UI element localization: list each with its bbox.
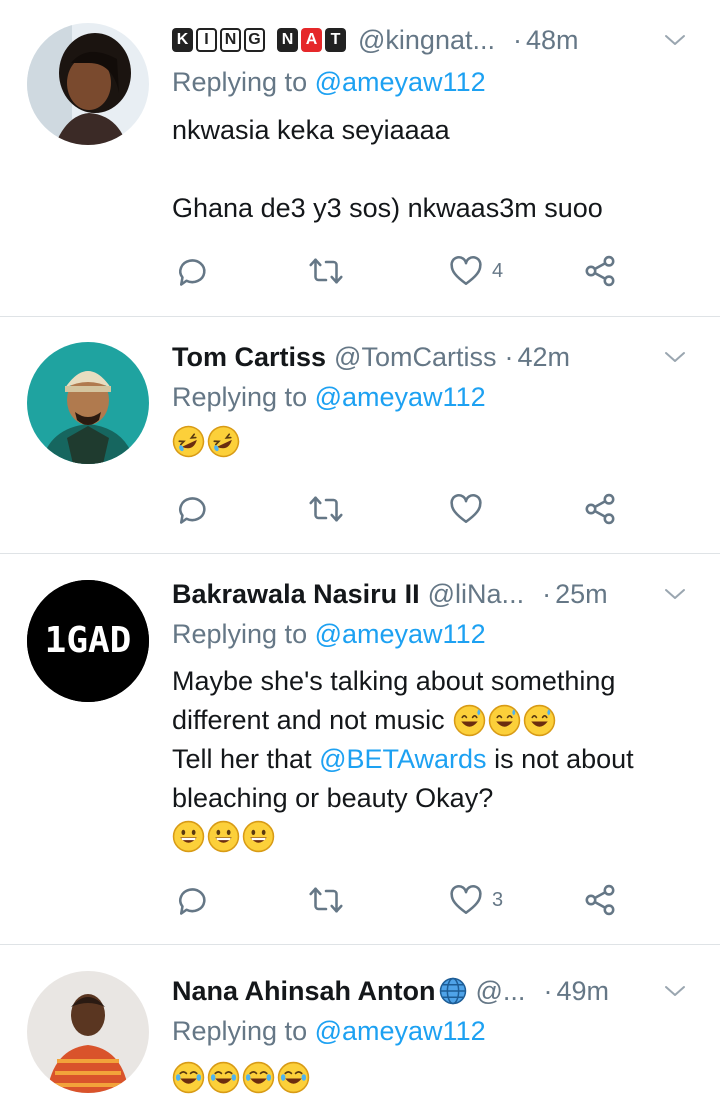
rofl-emoji-icon — [172, 425, 205, 458]
like-count: 3 — [492, 888, 504, 911]
mention-link[interactable]: @ameyaw112 — [315, 619, 486, 649]
sweat-smile-emoji-icon — [488, 704, 521, 737]
grin-emoji-icon — [207, 820, 240, 853]
joy-emoji-icon — [277, 1061, 310, 1094]
timestamp: 48m — [525, 24, 579, 55]
joy-emoji-icon — [242, 1061, 275, 1094]
like-count: 4 — [492, 259, 504, 282]
share-button[interactable] — [582, 880, 618, 920]
tweet-3[interactable]: 1GAD Bakrawala Nasiru II @liNa... · 25m … — [0, 554, 720, 944]
tweet-text: Maybe she's talking about something diff… — [172, 662, 700, 853]
retweet-icon — [308, 491, 344, 527]
reply-icon — [176, 882, 212, 918]
display-name[interactable]: K I N G N A T — [172, 28, 346, 52]
globe-icon — [439, 977, 466, 1005]
tweet-2[interactable]: Tom Cartiss @TomCartiss · 42m Replying t… — [0, 317, 720, 553]
reply-button[interactable] — [176, 251, 212, 291]
heart-icon — [448, 253, 484, 289]
timestamp: 49m — [556, 975, 609, 1006]
tweet-4[interactable]: Nana Ahinsah Anton @... · 49m Replying t… — [0, 945, 720, 1098]
chevron-down-icon[interactable] — [663, 979, 687, 1003]
grin-emoji-icon — [172, 820, 205, 853]
share-icon — [582, 882, 618, 918]
tweet-actions: 3 — [172, 880, 632, 920]
joy-emoji-icon — [207, 1061, 240, 1094]
chevron-down-icon[interactable] — [663, 582, 687, 606]
separator-dot: · — [504, 341, 514, 372]
mention-link[interactable]: @ameyaw112 — [315, 1016, 486, 1046]
tweet-header: Nana Ahinsah Anton @... · 49m — [172, 971, 695, 1011]
tweet-header: Tom Cartiss @TomCartiss · 42m — [172, 337, 695, 377]
like-button[interactable]: 4 — [448, 251, 503, 291]
reply-button[interactable] — [176, 489, 212, 529]
retweet-button[interactable] — [308, 880, 344, 920]
handle[interactable]: @kingnat... — [358, 25, 495, 56]
avatar[interactable] — [27, 23, 149, 145]
reply-button[interactable] — [176, 880, 212, 920]
avatar[interactable] — [27, 971, 149, 1093]
tweet-1[interactable]: K I N G N A T @kingnat... · 48m Replying… — [0, 0, 720, 316]
avatar[interactable] — [27, 342, 149, 464]
like-button[interactable]: 3 — [448, 880, 503, 920]
tweet-actions — [172, 489, 632, 529]
joy-emoji-icon — [172, 1061, 205, 1094]
tweet-text: nkwasia keka seyiaaaa Ghana de3 y3 sos) … — [172, 115, 603, 223]
display-name[interactable]: Bakrawala Nasiru II — [172, 579, 420, 610]
reply-icon — [176, 253, 212, 289]
reply-icon — [176, 491, 212, 527]
chevron-down-icon[interactable] — [663, 345, 687, 369]
handle[interactable]: @TomCartiss — [334, 342, 496, 373]
handle[interactable]: @liNa... — [428, 579, 524, 610]
share-icon — [582, 491, 618, 527]
heart-icon — [448, 491, 484, 527]
tweet-text — [172, 425, 700, 458]
like-button[interactable] — [448, 489, 492, 529]
retweet-button[interactable] — [308, 251, 344, 291]
sweat-smile-emoji-icon — [523, 704, 556, 737]
sweat-smile-emoji-icon — [453, 704, 486, 737]
share-button[interactable] — [582, 489, 618, 529]
avatar-text: 1GAD — [45, 620, 132, 661]
heart-icon — [448, 882, 484, 918]
chevron-down-icon[interactable] — [663, 28, 687, 52]
share-button[interactable] — [582, 251, 618, 291]
separator-dot: · — [512, 24, 522, 55]
mention-link[interactable]: @BETAwards — [319, 744, 486, 774]
separator-dot: · — [542, 578, 552, 609]
retweet-button[interactable] — [308, 489, 344, 529]
display-name[interactable]: Nana Ahinsah Anton — [172, 976, 436, 1007]
tweet-header: Bakrawala Nasiru II @liNa... · 25m — [172, 574, 695, 614]
handle[interactable]: @... — [476, 976, 526, 1007]
replying-to: Replying to @ameyaw112 — [172, 67, 486, 97]
timestamp: 42m — [517, 341, 570, 372]
replying-to: Replying to @ameyaw112 — [172, 382, 486, 412]
replying-to: Replying to @ameyaw112 — [172, 1016, 486, 1046]
avatar[interactable]: 1GAD — [27, 580, 149, 702]
tweet-header: K I N G N A T @kingnat... · 48m — [172, 20, 695, 60]
mention-link[interactable]: @ameyaw112 — [315, 382, 486, 412]
retweet-icon — [308, 253, 344, 289]
replying-to: Replying to @ameyaw112 — [172, 619, 486, 649]
tweet-actions: 4 — [172, 251, 632, 291]
timestamp: 25m — [555, 578, 608, 609]
separator-dot: · — [543, 975, 553, 1006]
rofl-emoji-icon — [207, 425, 240, 458]
grin-emoji-icon — [242, 820, 275, 853]
display-name[interactable]: Tom Cartiss — [172, 342, 326, 373]
mention-link[interactable]: @ameyaw112 — [315, 67, 486, 97]
tweet-text — [172, 1061, 700, 1094]
share-icon — [582, 253, 618, 289]
retweet-icon — [308, 882, 344, 918]
